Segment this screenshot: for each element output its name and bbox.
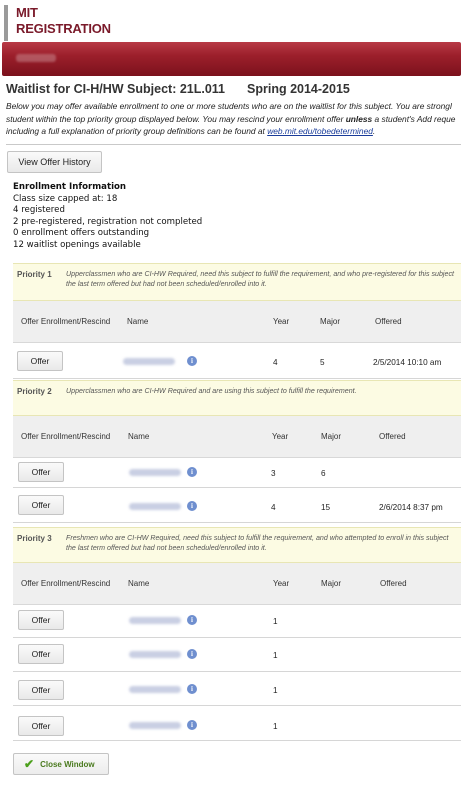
intro-line-3: including a full explanation of priority… xyxy=(6,125,461,138)
offer-button[interactable]: Offer xyxy=(18,716,64,736)
enrollment-line: 0 enrollment offers outstanding xyxy=(13,228,150,239)
cell-year: 4 xyxy=(273,358,278,367)
table-row: Offer i 1 xyxy=(13,639,461,672)
cell-major: 5 xyxy=(320,358,325,367)
offer-button[interactable]: Offer xyxy=(18,495,64,515)
view-offer-history-button[interactable]: View Offer History xyxy=(7,151,102,173)
header-banner xyxy=(2,42,461,76)
table-row: Offer i 4 15 2/6/2014 8:37 pm xyxy=(13,489,461,523)
student-name-redacted xyxy=(129,617,181,624)
col-offer-header: Offer Enrollment/Rescind xyxy=(21,317,111,326)
intro-line-3b: . xyxy=(372,126,376,136)
page-title-subject: Waitlist for CI-H/HW Subject: 21L.011 xyxy=(6,82,226,96)
enrollment-line: Class size capped at: 18 xyxy=(13,193,118,204)
student-name-redacted xyxy=(129,651,181,658)
offer-button[interactable]: Offer xyxy=(18,610,64,630)
cell-year: 1 xyxy=(273,617,278,626)
intro-unless: unless xyxy=(345,113,373,124)
col-offer-header: Offer Enrollment/Rescind xyxy=(21,579,111,588)
col-major-header: Major xyxy=(321,432,342,441)
offer-button[interactable]: Offer xyxy=(17,351,63,371)
intro-line-3a: including a full explanation of priority… xyxy=(6,126,268,136)
table-header: Offer Enrollment/Rescind Name Year Major… xyxy=(13,416,461,458)
student-name-redacted xyxy=(129,722,181,729)
priority-label: Priority 2 xyxy=(17,387,52,396)
priority-1-header: Priority 1 Upperclassmen who are CI-HW R… xyxy=(13,263,461,301)
logo-line-1: MIT xyxy=(16,5,38,20)
info-icon[interactable]: i xyxy=(187,684,197,694)
col-offered-header: Offered xyxy=(379,432,406,441)
info-icon[interactable]: i xyxy=(187,501,197,511)
intro-line-2a: student within the top priority group di… xyxy=(6,113,346,124)
col-offered-header: Offered xyxy=(375,317,402,326)
info-icon[interactable]: i xyxy=(187,720,197,730)
priority-description: Upperclassmen who are CI-HW Required and… xyxy=(66,387,357,395)
priority-label: Priority 3 xyxy=(17,534,52,543)
close-window-button[interactable]: ✔ Close Window xyxy=(13,753,109,775)
cell-major: 6 xyxy=(321,469,326,478)
intro-line-2c: a student's Add reque xyxy=(372,113,456,124)
page-title: Waitlist for CI-H/HW Subject: 21L.011 Spr… xyxy=(6,82,372,96)
cell-major: 15 xyxy=(321,503,331,512)
info-icon[interactable]: i xyxy=(187,467,197,477)
col-major-header: Major xyxy=(321,579,342,588)
col-year-header: Year xyxy=(273,579,290,588)
student-name-redacted xyxy=(129,503,181,510)
priority-label: Priority 1 xyxy=(17,270,52,279)
cell-offered: 2/5/2014 10:10 am xyxy=(373,358,442,367)
offer-button[interactable]: Offer xyxy=(18,644,64,664)
table-row: Offer i 1 xyxy=(13,605,461,638)
priority-description: Upperclassmen who are CI-HW Required, ne… xyxy=(66,270,454,288)
col-offered-header: Offered xyxy=(380,579,407,588)
divider xyxy=(6,144,461,145)
intro-text: Below you may offer available enrollment… xyxy=(6,100,461,138)
priority-description: Freshmen who are CI-HW Required, need th… xyxy=(66,534,449,552)
col-offer-header: Offer Enrollment/Rescind xyxy=(21,432,111,441)
enrollment-heading: Enrollment Information xyxy=(13,182,127,192)
offer-button[interactable]: Offer xyxy=(18,462,64,482)
intro-line-2: student within the top priority group di… xyxy=(6,113,461,126)
table-header: Offer Enrollment/Rescind Name Year Major… xyxy=(13,301,461,343)
cell-year: 1 xyxy=(273,686,278,695)
cell-year: 1 xyxy=(273,722,278,731)
offer-button[interactable]: Offer xyxy=(18,680,64,700)
cell-offered: 2/6/2014 8:37 pm xyxy=(379,503,443,512)
mit-registration-logo: MIT REGISTRATION xyxy=(4,5,111,41)
cell-year: 1 xyxy=(273,651,278,660)
student-name-redacted xyxy=(129,686,181,693)
col-name-header: Name xyxy=(128,579,150,588)
priority-definitions-link[interactable]: web.mit.edu/tobedetermined xyxy=(267,126,373,136)
col-name-header: Name xyxy=(127,317,149,326)
enrollment-line: 4 registered xyxy=(13,205,65,216)
enrollment-line: 12 waitlist openings available xyxy=(13,239,141,250)
close-window-label: Close Window xyxy=(40,759,95,769)
table-row: Offer i 3 6 xyxy=(13,458,461,488)
banner-blurred-text xyxy=(16,54,56,62)
col-year-header: Year xyxy=(272,432,289,441)
col-major-header: Major xyxy=(320,317,341,326)
table-header: Offer Enrollment/Rescind Name Year Major… xyxy=(13,563,461,605)
cell-year: 3 xyxy=(271,469,276,478)
cell-year: 4 xyxy=(271,503,276,512)
info-icon[interactable]: i xyxy=(187,356,197,366)
priority-3-header: Priority 3 Freshmen who are CI-HW Requir… xyxy=(13,527,461,563)
info-icon[interactable]: i xyxy=(187,615,197,625)
page-title-term: Spring 2014-2015 xyxy=(247,82,350,96)
col-name-header: Name xyxy=(128,432,150,441)
col-year-header: Year xyxy=(273,317,290,326)
table-row: Offer i 1 xyxy=(13,707,461,741)
table-row: Offer i 1 xyxy=(13,673,461,706)
student-name-redacted xyxy=(129,469,181,476)
intro-line-1: Below you may offer available enrollment… xyxy=(6,101,452,111)
table-row: Offer i 4 5 2/5/2014 10:10 am xyxy=(13,343,461,379)
checkmark-icon: ✔ xyxy=(24,757,35,771)
enrollment-info: Enrollment Information Class size capped… xyxy=(13,182,202,252)
logo-line-2: REGISTRATION xyxy=(16,21,111,36)
enrollment-line: 2 pre-registered, registration not compl… xyxy=(13,216,203,227)
priority-2-header: Priority 2 Upperclassmen who are CI-HW R… xyxy=(13,380,461,416)
student-name-redacted xyxy=(123,358,175,365)
info-icon[interactable]: i xyxy=(187,649,197,659)
